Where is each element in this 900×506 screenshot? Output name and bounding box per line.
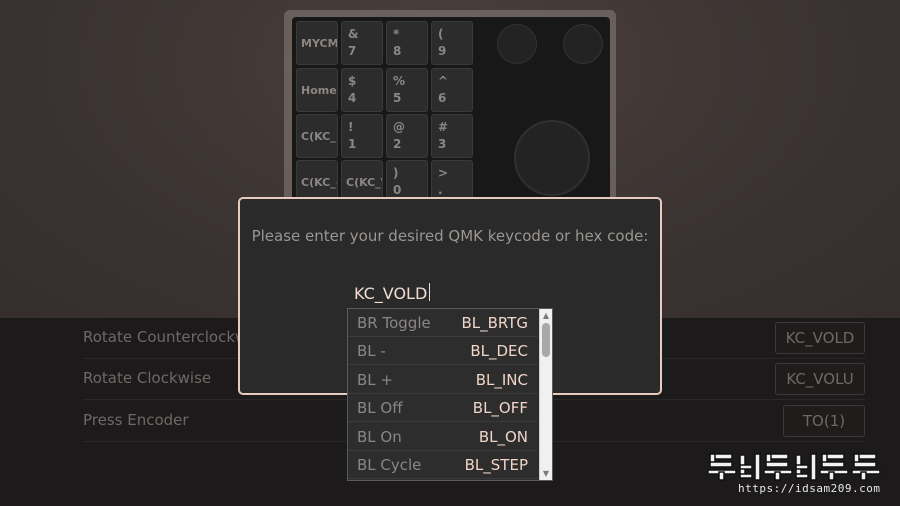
key[interactable]: MYCM: [296, 21, 338, 65]
scrollbar[interactable]: ▲ ▼: [539, 309, 552, 480]
keycode-button[interactable]: KC_VOLU: [775, 363, 865, 395]
suggestion-code: BL_INC: [475, 370, 528, 389]
encoder-knob-small[interactable]: [497, 24, 537, 64]
suggestion-item[interactable]: BR Toggle BL_BRTG: [348, 309, 538, 337]
suggestion-label: BL Off: [357, 398, 403, 417]
suggestion-item[interactable]: BL + BL_INC: [348, 366, 538, 394]
scrollbar-thumb[interactable]: [542, 323, 550, 357]
suggestion-code: BL_DEC: [470, 341, 528, 360]
suggestion-label: BL Cycle: [357, 455, 422, 474]
key[interactable]: @ 2: [386, 114, 428, 158]
suggestion-code: BL_STEP: [464, 455, 528, 474]
key[interactable]: % 5: [386, 68, 428, 112]
key[interactable]: # 3: [431, 114, 473, 158]
keycode-button[interactable]: KC_VOLD: [775, 322, 865, 354]
suggestion-item[interactable]: BL On BL_ON: [348, 423, 538, 451]
suggestion-label: BR Toggle: [357, 313, 431, 332]
watermark-url: https://idsam209.com: [738, 482, 881, 495]
encoder-knob-large[interactable]: [514, 120, 590, 196]
key[interactable]: * 8: [386, 21, 428, 65]
suggestion-item[interactable]: BL Cycle BL_STEP: [348, 451, 538, 479]
suggestion-code: BL_BRTG: [461, 313, 528, 332]
suggestion-label: BL On: [357, 427, 402, 446]
key[interactable]: ( 9: [431, 21, 473, 65]
key[interactable]: Home: [296, 68, 338, 112]
key[interactable]: C(KC_): [296, 114, 338, 158]
scroll-down-arrow-icon[interactable]: ▼: [540, 467, 552, 480]
watermark-logo: [708, 453, 881, 481]
suggestion-label: BL -: [357, 341, 386, 360]
keycode-button[interactable]: TO(1): [783, 405, 865, 437]
suggestion-item[interactable]: BL - BL_DEC: [348, 337, 538, 365]
suggestion-code: BL_ON: [478, 427, 528, 446]
text-caret: [429, 283, 430, 301]
setting-label: Press Encoder: [83, 411, 189, 429]
setting-label: Rotate Clockwise: [83, 369, 212, 387]
keycode-suggestions: BR Toggle BL_BRTG BL - BL_DEC BL + BL_IN…: [347, 308, 553, 481]
key[interactable]: $ 4: [341, 68, 383, 112]
keycode-input[interactable]: [354, 281, 554, 305]
dialog-prompt: Please enter your desired QMK keycode or…: [251, 227, 649, 245]
key[interactable]: ^ 6: [431, 68, 473, 112]
watermark: https://idsam209.com: [708, 452, 888, 498]
suggestion-label: BL +: [357, 370, 393, 389]
key[interactable]: & 7: [341, 21, 383, 65]
scroll-up-arrow-icon[interactable]: ▲: [540, 309, 552, 322]
suggestion-code: BL_OFF: [472, 398, 528, 417]
keyboard-plate: MYCM & 7 * 8 ( 9 Home $ 4 % 5 ^ 6 C(KC_)…: [292, 17, 610, 207]
key[interactable]: ! 1: [341, 114, 383, 158]
encoder-knob-small[interactable]: [563, 24, 603, 64]
suggestion-item[interactable]: BL Off BL_OFF: [348, 394, 538, 422]
